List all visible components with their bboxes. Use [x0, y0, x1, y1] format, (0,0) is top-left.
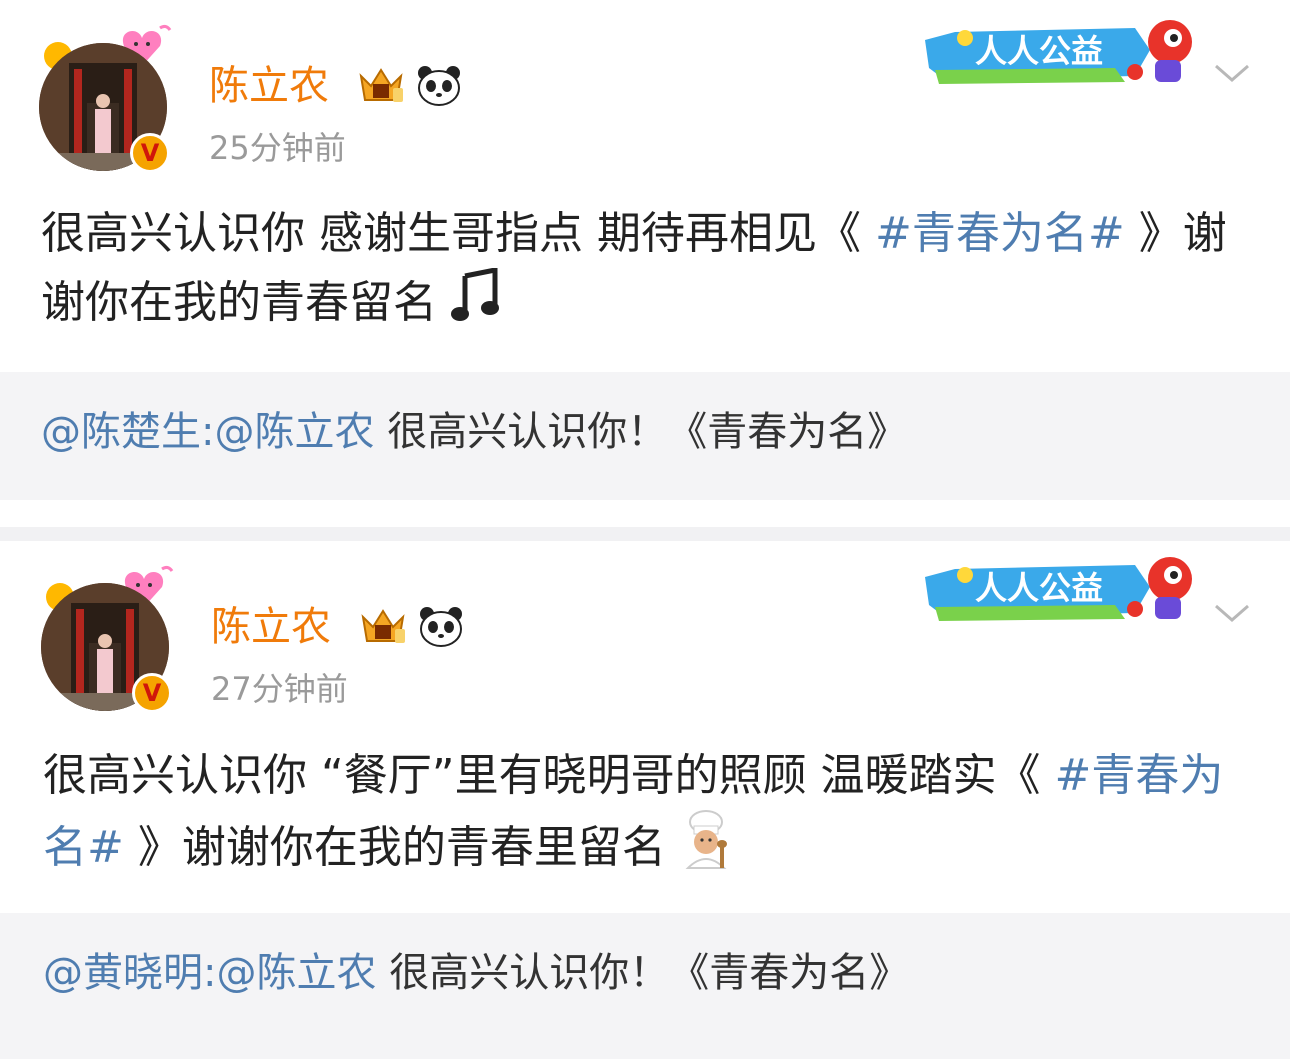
- chevron-down-icon[interactable]: [1212, 60, 1252, 88]
- feed-divider: [0, 500, 1290, 541]
- post-time: 27分钟前: [211, 670, 348, 708]
- verified-badge-icon: V: [132, 673, 172, 713]
- post-content: 很高兴认识你 “餐厅”里有晓明哥的照顾 温暖踏实《 #青春为名# 》谢谢你在我的…: [43, 742, 1258, 890]
- mention-link[interactable]: @陈立农: [216, 950, 376, 996]
- repost-separator: :: [203, 950, 217, 996]
- repost-separator: :: [201, 409, 215, 455]
- charity-label: 人人公益: [975, 569, 1103, 607]
- charity-label: 人人公益: [975, 32, 1103, 70]
- repost-text: @黄晓明:@陈立农 很高兴认识你！《青春为名》: [43, 949, 909, 997]
- panda-icon[interactable]: [416, 64, 462, 112]
- weibo-post: V 陈立农 25分钟前 人人公益 很高兴认识你 感谢生哥指点 期待再相见《 #青…: [0, 0, 1290, 372]
- cook-icon: [680, 810, 734, 890]
- mention-link[interactable]: @黄晓明: [43, 950, 203, 996]
- mention-link[interactable]: @陈立农: [214, 409, 374, 455]
- repost-body: 很高兴认识你！《青春为名》: [376, 950, 910, 996]
- mention-link[interactable]: @陈楚生: [41, 409, 201, 455]
- content-text: 很高兴认识你 感谢生哥指点 期待再相见《: [41, 208, 875, 259]
- post-time: 25分钟前: [209, 129, 346, 167]
- charity-badge[interactable]: 人人公益: [915, 547, 1205, 633]
- repost-quote[interactable]: @陈楚生:@陈立农 很高兴认识你！《青春为名》: [0, 372, 1290, 500]
- verified-badge-icon: V: [130, 133, 170, 173]
- post-content: 很高兴认识你 感谢生哥指点 期待再相见《 #青春为名# 》谢谢你在我的青春留名: [41, 200, 1256, 342]
- repost-quote[interactable]: @黄晓明:@陈立农 很高兴认识你！《青春为名》: [0, 913, 1290, 1059]
- chevron-down-icon[interactable]: [1212, 600, 1252, 628]
- username[interactable]: 陈立农: [211, 603, 331, 651]
- charity-badge[interactable]: 人人公益: [915, 10, 1205, 96]
- repost-text: @陈楚生:@陈立农 很高兴认识你！《青春为名》: [41, 408, 907, 456]
- repost-body: 很高兴认识你！《青春为名》: [374, 409, 908, 455]
- panda-icon[interactable]: [418, 605, 464, 653]
- crown-badge-icon[interactable]: [357, 605, 409, 653]
- username[interactable]: 陈立农: [209, 62, 329, 110]
- content-text: 》谢谢你在我的青春里留名: [123, 822, 680, 873]
- crown-badge-icon[interactable]: [355, 64, 407, 112]
- content-text: 很高兴认识你 “餐厅”里有晓明哥的照顾 温暖踏实《: [43, 750, 1055, 801]
- topic-link[interactable]: #青春为名#: [875, 208, 1125, 259]
- music-note-icon: [451, 266, 501, 342]
